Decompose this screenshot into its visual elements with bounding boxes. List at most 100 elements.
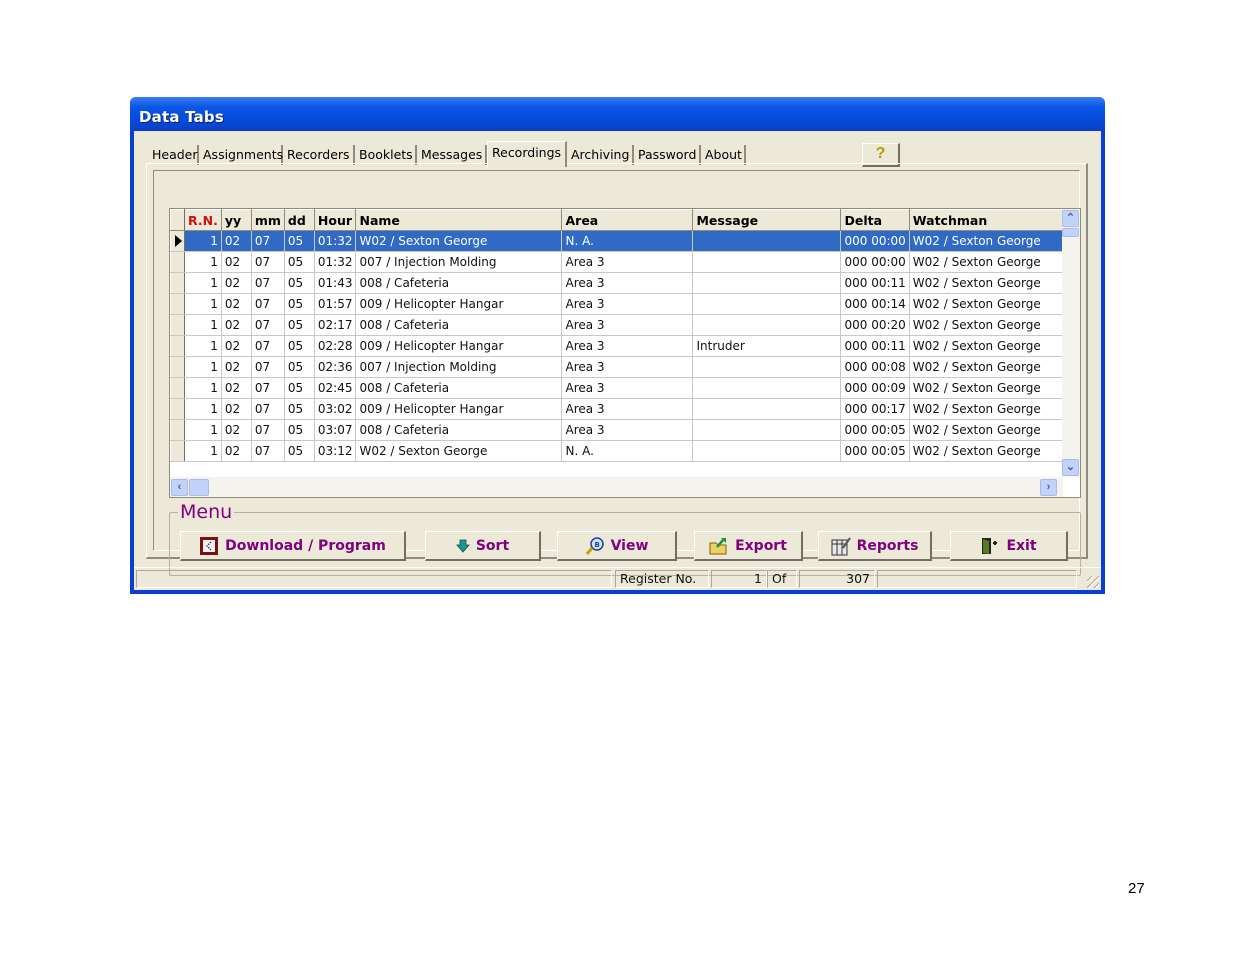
cell-delta[interactable]: 000 00:05 (840, 419, 910, 441)
cell-rn[interactable]: 1 (184, 377, 222, 399)
cell-yy[interactable]: 02 (221, 251, 252, 273)
cell-dd[interactable]: 05 (284, 440, 315, 462)
cell-watchman[interactable]: W02 / Sexton George (909, 293, 1070, 315)
tab-archiving[interactable]: Archiving (567, 145, 634, 165)
row-indicator[interactable] (170, 251, 185, 273)
cell-dd[interactable]: 05 (284, 272, 315, 294)
sort-button[interactable]: Sort (425, 531, 541, 561)
row-indicator[interactable] (170, 377, 185, 399)
cell-mm[interactable]: 07 (251, 314, 285, 336)
cell-dd[interactable]: 05 (284, 419, 315, 441)
cell-watchman[interactable]: W02 / Sexton George (909, 440, 1070, 462)
table-row[interactable]: 1 02 07 05 02:45 008 / Cafeteria Area 3 000 00:… (170, 377, 1070, 399)
tab-assignments[interactable]: Assignments (199, 145, 283, 165)
cell-name[interactable]: 007 / Injection Molding (355, 356, 563, 378)
cell-area[interactable]: Area 3 (561, 356, 694, 378)
cell-hour[interactable]: 01:57 (314, 293, 357, 315)
cell-hour[interactable]: 03:12 (314, 440, 357, 462)
cell-rn[interactable]: 1 (184, 419, 222, 441)
tab-messages[interactable]: Messages (417, 145, 487, 165)
cell-name[interactable]: 007 / Injection Molding (355, 251, 563, 273)
cell-name[interactable]: 008 / Cafeteria (355, 419, 563, 441)
cell-yy[interactable]: 02 (221, 230, 252, 252)
cell-delta[interactable]: 000 00:11 (840, 335, 910, 357)
tab-recordings[interactable]: Recordings (487, 141, 567, 167)
row-indicator[interactable] (170, 398, 185, 420)
cell-area[interactable]: Area 3 (561, 272, 694, 294)
cell-message[interactable]: Intruder (692, 335, 842, 357)
cell-dd[interactable]: 05 (284, 230, 315, 252)
cell-name[interactable]: 008 / Cafeteria (355, 314, 563, 336)
cell-area[interactable]: Area 3 (561, 377, 694, 399)
vertical-scroll-thumb[interactable] (1062, 228, 1079, 237)
scroll-left-button[interactable]: ‹ (171, 479, 188, 496)
cell-watchman[interactable]: W02 / Sexton George (909, 377, 1070, 399)
column-header-delta[interactable]: Delta (840, 209, 910, 231)
cell-rn[interactable]: 1 (184, 398, 222, 420)
cell-area[interactable]: Area 3 (561, 251, 694, 273)
cell-area[interactable]: Area 3 (561, 293, 694, 315)
cell-message[interactable] (692, 419, 842, 441)
cell-watchman[interactable]: W02 / Sexton George (909, 251, 1070, 273)
cell-delta[interactable]: 000 00:17 (840, 398, 910, 420)
cell-message[interactable] (692, 272, 842, 294)
download-program-button[interactable]: Download / Program (180, 531, 406, 561)
cell-name[interactable]: 009 / Helicopter Hangar (355, 335, 563, 357)
column-header-area[interactable]: Area (561, 209, 694, 231)
cell-rn[interactable]: 1 (184, 356, 222, 378)
row-indicator[interactable] (170, 335, 185, 357)
exit-button[interactable]: Exit (950, 531, 1068, 561)
column-header-watchman[interactable]: Watchman (908, 209, 1070, 231)
cell-message[interactable] (692, 293, 842, 315)
vertical-scrollbar[interactable]: ⌃ ⌄ (1062, 209, 1080, 477)
tab-booklets[interactable]: Booklets (355, 145, 417, 165)
cell-name[interactable]: 008 / Cafeteria (355, 272, 563, 294)
cell-hour[interactable]: 02:36 (314, 356, 357, 378)
scroll-right-button[interactable]: › (1040, 479, 1057, 496)
cell-rn[interactable]: 1 (184, 272, 222, 294)
cell-message[interactable] (692, 440, 842, 462)
cell-rn[interactable]: 1 (184, 251, 222, 273)
table-row[interactable]: 1 02 07 05 01:43 008 / Cafeteria Area 3 000 00:… (170, 272, 1070, 294)
table-row[interactable]: 1 02 07 05 02:28 009 / Helicopter Hangar Area … (170, 335, 1070, 357)
cell-delta[interactable]: 000 00:00 (840, 251, 910, 273)
cell-rn[interactable]: 1 (184, 293, 222, 315)
cell-watchman[interactable]: W02 / Sexton George (909, 335, 1070, 357)
row-indicator[interactable] (170, 356, 185, 378)
table-row[interactable]: 1 02 07 05 03:07 008 / Cafeteria Area 3 000 00:… (170, 419, 1070, 441)
cell-message[interactable] (692, 377, 842, 399)
cell-watchman[interactable]: W02 / Sexton George (909, 272, 1070, 294)
cell-hour[interactable]: 01:43 (314, 272, 357, 294)
cell-name[interactable]: 009 / Helicopter Hangar (355, 293, 563, 315)
cell-watchman[interactable]: W02 / Sexton George (909, 230, 1070, 252)
cell-yy[interactable]: 02 (221, 419, 252, 441)
cell-rn[interactable]: 1 (184, 314, 222, 336)
column-header-hour[interactable]: Hour (313, 209, 357, 231)
table-row[interactable]: 1 02 07 05 03:12 W02 / Sexton George N. A. 000 … (170, 440, 1070, 462)
cell-yy[interactable]: 02 (221, 377, 252, 399)
horizontal-scrollbar[interactable]: ‹ › (170, 477, 1063, 497)
cell-watchman[interactable]: W02 / Sexton George (909, 419, 1070, 441)
row-indicator[interactable] (170, 440, 185, 462)
cell-name[interactable]: W02 / Sexton George (355, 230, 563, 252)
row-indicator[interactable] (170, 230, 185, 252)
cell-mm[interactable]: 07 (251, 356, 285, 378)
table-row[interactable]: 1 02 07 05 02:36 007 / Injection Molding Area … (170, 356, 1070, 378)
export-button[interactable]: Export (694, 531, 803, 561)
cell-delta[interactable]: 000 00:14 (840, 293, 910, 315)
cell-mm[interactable]: 07 (251, 230, 285, 252)
recordings-grid[interactable]: R.N. yy mm dd Hour Name Area Message Del… (169, 208, 1081, 498)
column-header-rn[interactable]: R.N. (184, 209, 222, 231)
cell-delta[interactable]: 000 00:08 (840, 356, 910, 378)
cell-rn[interactable]: 1 (184, 230, 222, 252)
cell-delta[interactable]: 000 00:11 (840, 272, 910, 294)
title-bar[interactable]: Data Tabs (130, 97, 1105, 131)
cell-message[interactable] (692, 230, 842, 252)
cell-hour[interactable]: 02:45 (314, 377, 357, 399)
cell-watchman[interactable]: W02 / Sexton George (909, 398, 1070, 420)
cell-yy[interactable]: 02 (221, 398, 252, 420)
cell-delta[interactable]: 000 00:20 (840, 314, 910, 336)
cell-yy[interactable]: 02 (221, 440, 252, 462)
cell-yy[interactable]: 02 (221, 356, 252, 378)
cell-dd[interactable]: 05 (284, 251, 315, 273)
